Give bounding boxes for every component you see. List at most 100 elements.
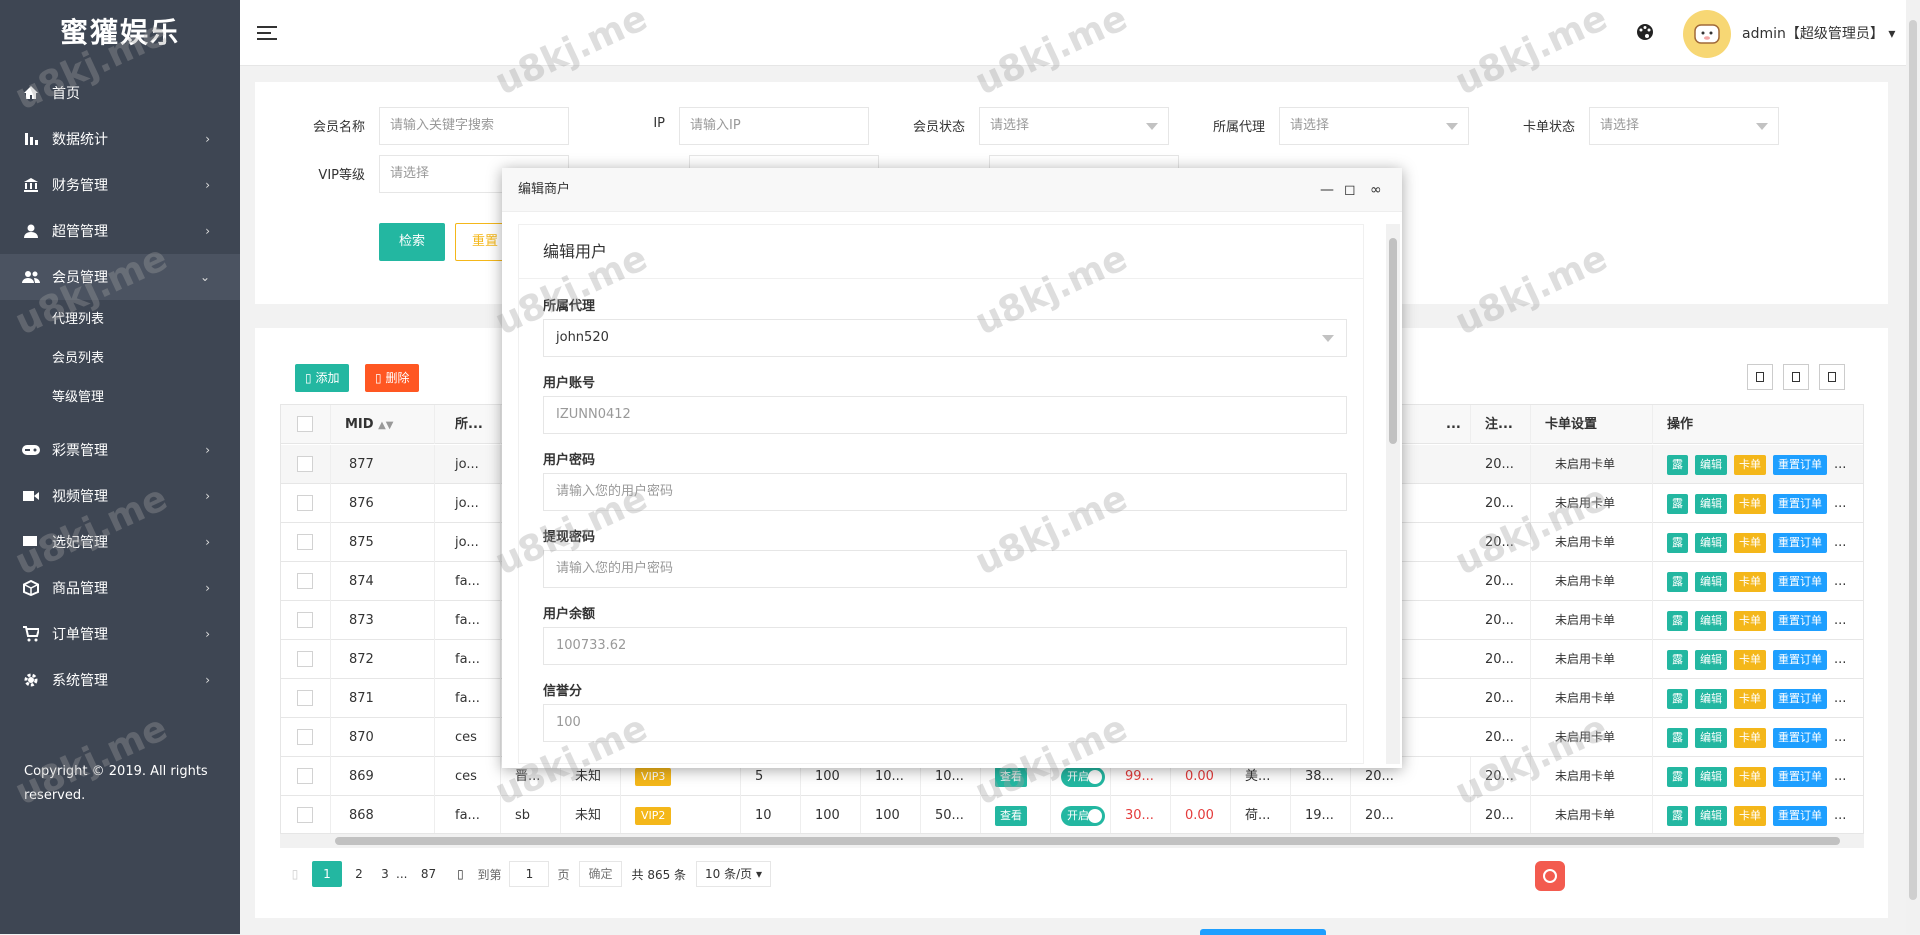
view-button[interactable]: 查看 bbox=[995, 766, 1027, 787]
add-button[interactable]: ▯ 添加 bbox=[295, 364, 350, 392]
edit-button[interactable]: 编辑 bbox=[1695, 493, 1727, 514]
edit-button[interactable]: 编辑 bbox=[1695, 766, 1727, 787]
confirm-button[interactable]: 确定 bbox=[579, 861, 622, 887]
sidebar-item-concubine[interactable]: 选妃管理 › bbox=[0, 519, 240, 565]
reset-order-button[interactable]: 重置订单 bbox=[1773, 805, 1827, 826]
row-checkbox[interactable] bbox=[297, 572, 313, 589]
dot-button[interactable]: 露 bbox=[1667, 571, 1688, 592]
sidebar-subitem-agents[interactable]: 代理列表 bbox=[0, 300, 240, 339]
more-ops[interactable]: ... bbox=[1834, 808, 1846, 823]
reset-order-button[interactable]: 重置订单 bbox=[1773, 649, 1827, 670]
card-button[interactable]: 卡单 bbox=[1734, 688, 1766, 709]
sidebar-item-home[interactable]: 首页 bbox=[0, 70, 240, 116]
card-button[interactable]: 卡单 bbox=[1734, 766, 1766, 787]
edit-button[interactable]: 编辑 bbox=[1695, 610, 1727, 631]
sidebar-item-lottery[interactable]: 彩票管理 › bbox=[0, 427, 240, 473]
more-ops[interactable]: ... bbox=[1834, 691, 1846, 706]
balance-field[interactable]: 100733.62 bbox=[543, 627, 1347, 665]
status-toggle[interactable]: 开启 bbox=[1061, 766, 1105, 787]
dot-button[interactable]: 露 bbox=[1667, 727, 1688, 748]
member-status-select[interactable]: 请选择 bbox=[979, 107, 1169, 145]
close-icon[interactable]: ∞ bbox=[1370, 168, 1382, 212]
agent-select-field[interactable]: john520 bbox=[543, 319, 1347, 357]
row-checkbox[interactable] bbox=[297, 533, 313, 550]
sidebar-item-orders[interactable]: 订单管理 › bbox=[0, 611, 240, 657]
reset-order-button[interactable]: 重置订单 bbox=[1773, 688, 1827, 709]
per-page-select[interactable]: 10 条/页 ▾ bbox=[696, 861, 772, 887]
more-ops[interactable]: ... bbox=[1834, 574, 1846, 589]
edit-button[interactable]: 编辑 bbox=[1695, 571, 1727, 592]
row-checkbox[interactable] bbox=[297, 767, 313, 784]
reset-order-button[interactable]: 重置订单 bbox=[1773, 610, 1827, 631]
page-last[interactable]: 87 bbox=[413, 861, 443, 887]
dot-button[interactable]: 露 bbox=[1667, 805, 1688, 826]
print-icon[interactable] bbox=[1819, 364, 1845, 390]
card-button[interactable]: 卡单 bbox=[1734, 532, 1766, 553]
dialog-scrollbar[interactable] bbox=[1386, 224, 1400, 764]
page-input[interactable]: 1 bbox=[509, 861, 550, 887]
dot-button[interactable]: 露 bbox=[1667, 454, 1688, 475]
sidebar-item-system[interactable]: 系统管理 › bbox=[0, 657, 240, 703]
sidebar-item-finance[interactable]: 财务管理 › bbox=[0, 162, 240, 208]
more-ops[interactable]: ... bbox=[1834, 613, 1846, 628]
page-2[interactable]: 2 bbox=[344, 861, 374, 887]
prev-page-icon[interactable]: ▯ bbox=[280, 861, 310, 887]
password-field[interactable]: 请输入您的用户密码 bbox=[543, 473, 1347, 511]
agent-select[interactable]: 请选择 bbox=[1279, 107, 1469, 145]
edit-button[interactable]: 编辑 bbox=[1695, 532, 1727, 553]
dot-button[interactable]: 露 bbox=[1667, 493, 1688, 514]
reset-order-button[interactable]: 重置订单 bbox=[1773, 493, 1827, 514]
more-ops[interactable]: ... bbox=[1834, 457, 1846, 472]
sidebar-item-stats[interactable]: 数据统计 › bbox=[0, 116, 240, 162]
sort-icon[interactable]: ▲▼ bbox=[378, 420, 393, 431]
reset-order-button[interactable]: 重置订单 bbox=[1773, 766, 1827, 787]
export-icon[interactable] bbox=[1783, 364, 1809, 390]
credit-field[interactable]: 100 bbox=[543, 704, 1347, 742]
page-3[interactable]: 3 bbox=[376, 861, 394, 887]
horizontal-scrollbar[interactable] bbox=[280, 834, 1864, 848]
row-checkbox[interactable] bbox=[297, 455, 313, 472]
card-status-select[interactable]: 请选择 bbox=[1589, 107, 1779, 145]
reset-order-button[interactable]: 重置订单 bbox=[1773, 532, 1827, 553]
withdraw-password-field[interactable]: 请输入您的用户密码 bbox=[543, 550, 1347, 588]
sidebar-item-products[interactable]: 商品管理 › bbox=[0, 565, 240, 611]
edit-button[interactable]: 编辑 bbox=[1695, 454, 1727, 475]
sidebar-item-super-admin[interactable]: 超管管理 › bbox=[0, 208, 240, 254]
more-ops[interactable]: ... bbox=[1834, 769, 1846, 784]
sidebar-item-video[interactable]: 视频管理 › bbox=[0, 473, 240, 519]
card-button[interactable]: 卡单 bbox=[1734, 649, 1766, 670]
sidebar-subitem-member-list[interactable]: 会员列表 bbox=[0, 339, 240, 378]
view-button[interactable]: 查看 bbox=[995, 805, 1027, 826]
search-float-icon[interactable] bbox=[1535, 861, 1565, 891]
edit-button[interactable]: 编辑 bbox=[1695, 727, 1727, 748]
member-name-input[interactable]: 请输入关键字搜索 bbox=[379, 107, 569, 145]
card-button[interactable]: 卡单 bbox=[1734, 805, 1766, 826]
dot-button[interactable]: 露 bbox=[1667, 688, 1688, 709]
card-button[interactable]: 卡单 bbox=[1734, 571, 1766, 592]
row-checkbox[interactable] bbox=[297, 728, 313, 745]
search-button[interactable]: 检索 bbox=[379, 223, 445, 261]
reset-order-button[interactable]: 重置订单 bbox=[1773, 571, 1827, 592]
more-ops[interactable]: ... bbox=[1834, 496, 1846, 511]
card-button[interactable]: 卡单 bbox=[1734, 493, 1766, 514]
dot-button[interactable]: 露 bbox=[1667, 649, 1688, 670]
maximize-icon[interactable]: ◻ bbox=[1344, 168, 1356, 212]
col-mid[interactable]: MID ▲▼ bbox=[331, 405, 435, 444]
card-button[interactable]: 卡单 bbox=[1734, 727, 1766, 748]
user-menu[interactable]: admin【超级管理员】 ▾ bbox=[1742, 23, 1895, 43]
next-page-icon[interactable]: ▯ bbox=[445, 861, 475, 887]
more-ops[interactable]: ... bbox=[1834, 652, 1846, 667]
menu-toggle-icon[interactable] bbox=[256, 22, 278, 44]
card-button[interactable]: 卡单 bbox=[1734, 454, 1766, 475]
more-ops[interactable]: ... bbox=[1834, 535, 1846, 550]
reset-order-button[interactable]: 重置订单 bbox=[1773, 727, 1827, 748]
row-checkbox[interactable] bbox=[297, 689, 313, 706]
minimize-icon[interactable]: — bbox=[1320, 168, 1334, 212]
sidebar-item-members[interactable]: 会员管理 ⌄ bbox=[0, 254, 240, 300]
dot-button[interactable]: 露 bbox=[1667, 610, 1688, 631]
filter-columns-icon[interactable] bbox=[1747, 364, 1773, 390]
select-all-checkbox[interactable] bbox=[297, 415, 313, 432]
edit-button[interactable]: 编辑 bbox=[1695, 649, 1727, 670]
card-button[interactable]: 卡单 bbox=[1734, 610, 1766, 631]
edit-button[interactable]: 编辑 bbox=[1695, 805, 1727, 826]
